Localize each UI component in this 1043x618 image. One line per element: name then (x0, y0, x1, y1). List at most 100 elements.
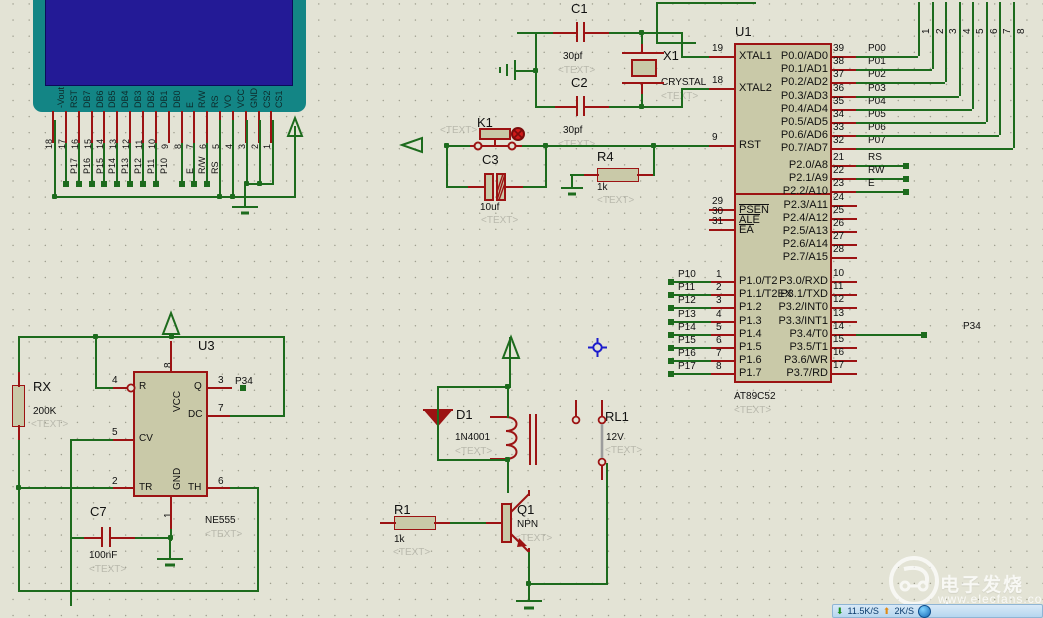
header-connector-pin-1: 1 (922, 28, 932, 34)
lcd-pin-number-9: 9 (160, 144, 170, 149)
u1-p0-net-label-P00: P00 (868, 44, 886, 54)
u1-p1-pin-number-4: 4 (716, 310, 722, 320)
watermark-logo-icon (888, 555, 940, 607)
rx-ref: RX (33, 382, 51, 392)
u1-p1-net-wire-P17 (670, 373, 711, 375)
lcd-net-wire-11 (142, 143, 144, 183)
u3-lead-7 (206, 415, 232, 417)
u1-p1-pin-label-P15: P1.5 (739, 342, 762, 352)
lcd-net-terminal-10[interactable] (153, 181, 159, 187)
u1-p1-pin-number-5: 5 (716, 323, 722, 333)
lcd-pin-name-DB7: DB7 (82, 90, 92, 108)
lcd-net-wire-16 (78, 143, 80, 183)
junction-lcd-vout (52, 194, 57, 199)
rl1-contact-symbol[interactable] (567, 400, 617, 486)
u3-pin-label-q: Q (194, 382, 202, 392)
p0-bus-riser-P05 (986, 2, 988, 122)
network-speed-statusbar[interactable]: ⬇ 11.5K/S ⬆ 2K/S (832, 604, 1043, 618)
u1-p1-net-terminal-P15[interactable] (668, 345, 674, 351)
u1-p2-net-terminal-E[interactable] (903, 189, 909, 195)
schematic-canvas[interactable]: -VoutRSTDB7DB6DB5DB4DB3DB2DB1DB0ER/WRSVO… (0, 0, 1043, 618)
u1-left-lead-31 (709, 229, 736, 231)
u1-p1-net-terminal-P10[interactable] (668, 279, 674, 285)
u1-p2-pin-label-P27A15: P2.7/A15 (783, 252, 828, 262)
u1-p0-net-label-P05: P05 (868, 110, 886, 120)
u1-p2-pin-label-P20A8: P2.0/A8 (789, 160, 828, 170)
p0-bus-run-P05 (856, 122, 986, 124)
u1-p3-net-terminal-P34[interactable] (921, 332, 927, 338)
u1-p1-net-terminal-P13[interactable] (668, 319, 674, 325)
u1-p1-net-terminal-P14[interactable] (668, 332, 674, 338)
u1-p2-pin-number-22: 22 (833, 166, 844, 176)
wire-lcd-vo-drop (219, 120, 221, 198)
u1-p0-pin-number-39: 39 (833, 44, 844, 54)
u1-p2-pin-label-P23A11: P2.3/A11 (784, 200, 828, 210)
crosshair-marker-icon[interactable] (588, 338, 607, 357)
u1-p3-pin-label-P37RD: P3.7/RD (786, 368, 828, 378)
d1-ref: D1 (456, 410, 473, 420)
junction-x1-top (639, 30, 644, 35)
lcd-net-terminal-11[interactable] (140, 181, 146, 187)
u3-lead-6 (206, 487, 232, 489)
lcd-net-terminal-16[interactable] (76, 181, 82, 187)
u1-p0-pin-label-P01AD1: P0.1/AD1 (781, 64, 828, 74)
u1-p3-pin-number-10: 10 (833, 269, 844, 279)
u3-p34-terminal[interactable] (240, 385, 246, 391)
u3-pin-num-5: 5 (112, 428, 118, 438)
u1-p3-pin-number-11: 11 (833, 282, 843, 292)
lcd-net-terminal-8[interactable] (179, 181, 185, 187)
wire-coil-to-q1 (507, 459, 509, 493)
u1-p3-pin-label-P30RXD: P3.0/RXD (779, 276, 828, 286)
lcd-pin-name-DB0: DB0 (172, 90, 182, 108)
u1-p2-pin-number-28: 28 (833, 245, 844, 255)
rx-value: 200K (33, 407, 56, 417)
u3-pin-num-8: 8 (164, 362, 174, 368)
p0-bus-riser-P07 (1013, 2, 1015, 148)
lcd-net-terminal-17[interactable] (63, 181, 69, 187)
u1-p1-net-terminal-P12[interactable] (668, 305, 674, 311)
p0-bus-run-P06 (856, 135, 999, 137)
u3-pin-label-vcc: VCC (173, 391, 183, 412)
u1-p1-pin-number-1: 1 (716, 270, 722, 280)
r1-lead-left (380, 522, 396, 524)
u1-p1-net-terminal-P11[interactable] (668, 292, 674, 298)
u1-p2-net-wire-E (856, 191, 906, 193)
c7-value: 100nF (89, 551, 117, 561)
lcd-net-terminal-14[interactable] (101, 181, 107, 187)
wire-xtal1-right (681, 32, 683, 58)
wire-cv-c7-drop (70, 439, 72, 606)
rx-resistor-symbol[interactable] (12, 385, 25, 427)
lcd-net-terminal-12[interactable] (127, 181, 133, 187)
lcd-net-terminal-15[interactable] (89, 181, 95, 187)
wire-q1-emitter (528, 552, 530, 584)
u1-p1-net-terminal-P16[interactable] (668, 358, 674, 364)
u1-p1-net-terminal-P17[interactable] (668, 371, 674, 377)
lcd-net-terminal-6[interactable] (204, 181, 210, 187)
header-connector-pin-7: 7 (1003, 28, 1013, 34)
lcd-net-terminal-7[interactable] (191, 181, 197, 187)
u1-p1-pin-number-7: 7 (716, 349, 722, 359)
junction-u3-reset-top (93, 334, 98, 339)
u1-p1-pin-label-P14: P1.4 (739, 329, 762, 339)
ground-symbol-u3 (152, 539, 190, 569)
u1-p0-net-label-P03: P03 (868, 84, 886, 94)
lcd-net-wire-6 (206, 143, 208, 183)
lcd-net-wire-13 (116, 143, 118, 183)
rx-text: <TEXT> (31, 420, 68, 430)
internet-explorer-icon[interactable] (918, 605, 931, 618)
junction-relay-top (505, 384, 510, 389)
u1-p3-lead-17 (830, 373, 857, 375)
u1-p2-net-terminal-RS[interactable] (903, 163, 909, 169)
u1-p2-net-terminal-RW[interactable] (903, 176, 909, 182)
lcd-net-terminal-13[interactable] (114, 181, 120, 187)
wire-xtal2-pin (681, 88, 709, 90)
x1-crystal-symbol[interactable] (619, 50, 667, 90)
r4-resistor-symbol[interactable] (597, 168, 639, 182)
u1-p2-pin-label-P26A14: P2.6/A14 (783, 239, 828, 249)
wire-reset-branch (446, 145, 448, 187)
r1-resistor-symbol[interactable] (394, 516, 436, 530)
u1-p1-lead-4 (709, 321, 736, 323)
wire-hdr-pin1-drop (656, 2, 658, 44)
wire-c3-to-rst (545, 145, 547, 188)
rl1-coil-symbol[interactable] (504, 413, 558, 469)
